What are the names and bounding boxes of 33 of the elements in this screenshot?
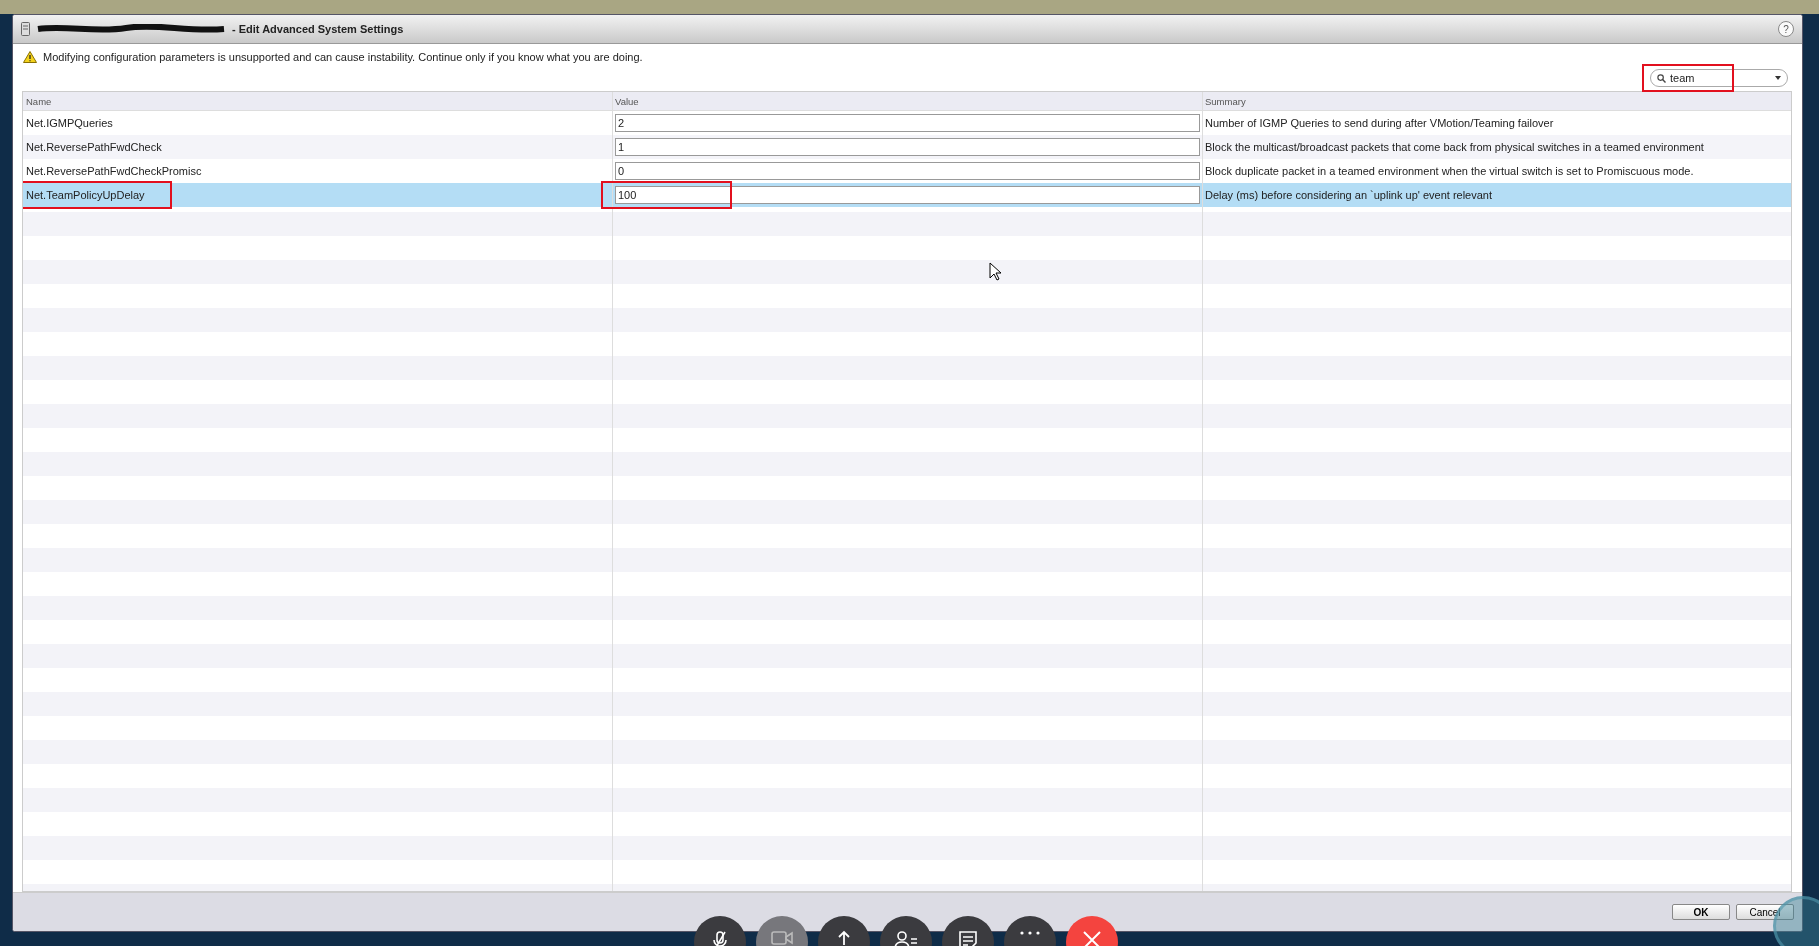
setting-name: Net.ReversePathFwdCheckPromisc (26, 165, 202, 177)
ok-button[interactable]: OK (1672, 904, 1730, 920)
setting-name: Net.IGMPQueries (26, 117, 113, 129)
search-icon (1657, 73, 1666, 83)
value-field[interactable]: 100 (615, 186, 1200, 204)
column-header: Summary (1202, 92, 1791, 110)
server-icon (21, 22, 30, 36)
table-row[interactable]: Net.ReversePathFwdCheckPromisc 0 Block duplicate packet in a teamed environment when the virtual switch is set to Promiscuous mode. (23, 159, 1791, 183)
close-icon (1082, 930, 1102, 946)
table-row[interactable]: Net.TeamPolicyUpDelay 100 Delay (ms) before considering an `uplink up' event relevant (23, 183, 1791, 207)
more-icon (1019, 930, 1041, 936)
person-list-icon (894, 930, 918, 946)
table-row[interactable]: Net.ReversePathFwdCheck 1 Block the multicast/broadcast packets that come back from physical switches in a teamed environment (23, 135, 1791, 159)
search-field[interactable]: team (1650, 69, 1788, 87)
muted-microphone-icon (710, 930, 730, 946)
table-row[interactable]: Net.IGMPQueries 2 Number of IGMP Queries to send during after VMotion/Teaming failover (23, 111, 1791, 135)
caret-icon (1775, 76, 1781, 80)
column-header: Name (25, 94, 53, 109)
notes-icon (958, 930, 978, 946)
setting-summary: Delay (ms) before considering an `uplink up' event relevant (1202, 183, 1791, 207)
mouse-cursor-icon (989, 262, 1001, 281)
value-field[interactable]: 0 (615, 162, 1200, 180)
help-button[interactable]: ? (1778, 21, 1794, 37)
setting-name: Net.TeamPolicyUpDelay (26, 189, 145, 201)
column-header: Value (612, 92, 1202, 110)
value-field[interactable]: 1 (615, 138, 1200, 156)
cancel-button[interactable]: Cancel (1736, 904, 1794, 920)
value-field[interactable]: 2 (615, 114, 1200, 132)
warning-icon (23, 51, 37, 63)
setting-name: Net.ReversePathFwdCheck (26, 141, 162, 153)
camera-icon (771, 930, 793, 946)
warning-text: Modifying configuration parameters is unsupported and can cause instability. Continue only if you know what you are doing. (43, 51, 643, 63)
dialog-title: - Edit Advanced System Settings (232, 23, 404, 35)
